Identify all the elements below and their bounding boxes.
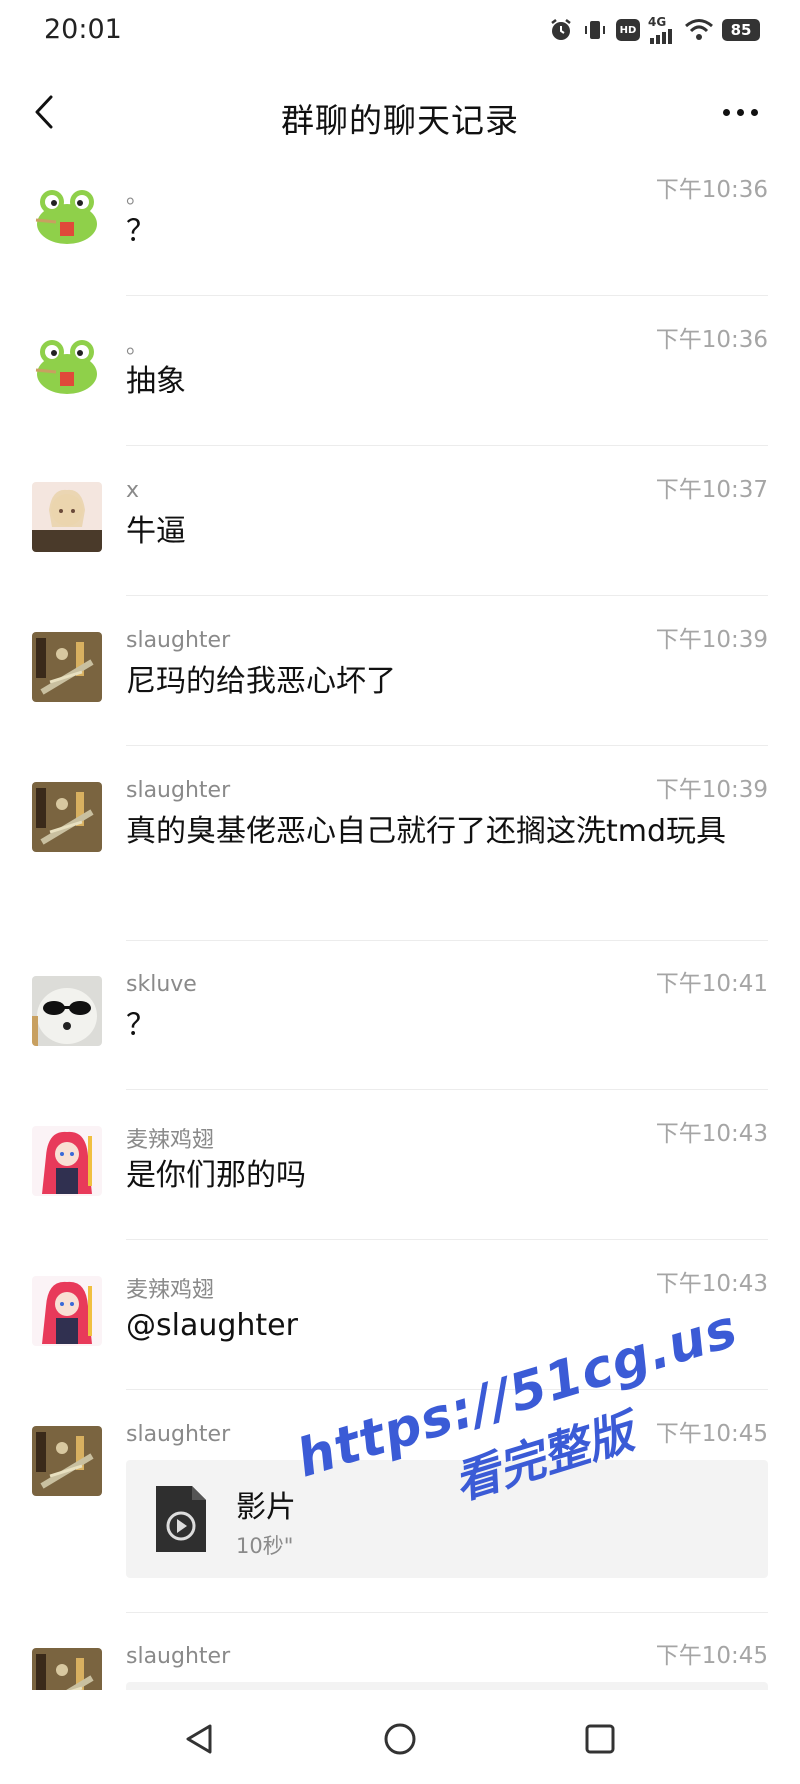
message-item[interactable]: slaughter 下午10:45 影片 10秒" (0, 1404, 800, 1626)
sender-name: slaughter (126, 1422, 231, 1447)
message-time: 下午10:39 (655, 777, 768, 803)
divider (126, 1239, 768, 1240)
message-list[interactable]: 。 下午10:36 ？ 。 下午10:36 抽象 x 下午10:37 牛逼 sl… (0, 160, 800, 1690)
status-icons: HD 4G 85 (548, 14, 760, 46)
avatar-desk-photo[interactable] (32, 1426, 102, 1496)
attachment-partial[interactable] (126, 1682, 768, 1690)
dot-icon (736, 108, 744, 116)
video-title: 影片 (236, 1490, 296, 1525)
dot-icon (722, 108, 730, 116)
message-time: 下午10:39 (655, 627, 768, 653)
sender-name: 。 (126, 334, 149, 359)
sender-name: 麦辣鸡翅 (126, 1278, 215, 1303)
message-time: 下午10:36 (655, 327, 768, 353)
message-item[interactable]: 麦辣鸡翅 下午10:43 @slaughter (0, 1254, 800, 1404)
message-item[interactable]: 麦辣鸡翅 下午10:43 是你们那的吗 (0, 1104, 800, 1254)
message-item[interactable]: slaughter 下午10:39 真的臭基佬恶心自己就行了还搁这洗tmd玩具 (0, 760, 800, 954)
message-item[interactable]: 。 下午10:36 ？ (0, 160, 800, 310)
triangle-back-icon (186, 1724, 212, 1754)
message-time: 下午10:43 (655, 1271, 768, 1297)
avatar-desk-photo[interactable] (32, 632, 102, 702)
message-time: 下午10:45 (655, 1643, 768, 1669)
sender-name: 麦辣鸡翅 (126, 1128, 215, 1153)
message-item[interactable]: x 下午10:37 牛逼 (0, 460, 800, 610)
avatar-desk-photo[interactable] (32, 782, 102, 852)
avatar-desk-photo[interactable] (32, 1648, 102, 1690)
message-text: ？ (126, 214, 156, 249)
alarm-icon (548, 17, 574, 43)
message-text: 真的臭基佬恶心自己就行了还搁这洗tmd玩具 (126, 814, 727, 849)
sender-name: slaughter (126, 1644, 231, 1669)
message-item[interactable]: 。 下午10:36 抽象 (0, 310, 800, 460)
sender-name: skluve (126, 972, 197, 997)
divider (126, 940, 768, 941)
avatar-red-hair-girl[interactable] (32, 1276, 102, 1346)
wifi-icon (684, 17, 714, 43)
avatar-frog[interactable] (32, 182, 102, 252)
message-text: 抽象 (126, 364, 186, 399)
divider (126, 1389, 768, 1390)
video-attachment[interactable]: 影片 10秒" (126, 1460, 768, 1578)
message-text: @slaughter (126, 1308, 298, 1343)
vibrate-icon (582, 17, 608, 43)
avatar-red-hair-girl[interactable] (32, 1126, 102, 1196)
network-type: 4G (648, 15, 667, 29)
divider (126, 745, 768, 746)
divider (126, 1089, 768, 1090)
message-text: ？ (126, 1008, 156, 1043)
message-item[interactable]: slaughter 下午10:45 (0, 1626, 800, 1690)
avatar-frog[interactable] (32, 332, 102, 402)
nav-home-button[interactable] (375, 1714, 425, 1764)
divider (126, 295, 768, 296)
message-text: 是你们那的吗 (126, 1158, 306, 1193)
battery-indicator: 85 (722, 19, 760, 41)
circle-home-icon (384, 1723, 416, 1755)
hd-badge: HD (616, 19, 640, 41)
page-title: 群聊的聊天记录 (281, 101, 519, 140)
divider (126, 445, 768, 446)
divider (126, 595, 768, 596)
video-duration: 10秒" (236, 1534, 294, 1558)
divider (126, 1612, 768, 1613)
avatar-dog[interactable] (32, 976, 102, 1046)
status-time: 20:01 (44, 14, 122, 45)
message-time: 下午10:41 (655, 971, 768, 997)
message-item[interactable]: skluve 下午10:41 ？ (0, 954, 800, 1104)
title-bar: 群聊的聊天记录 (0, 78, 800, 148)
message-item[interactable]: slaughter 下午10:39 尼玛的给我恶心坏了 (0, 610, 800, 760)
message-text: 牛逼 (126, 514, 186, 549)
avatar-anime-girl[interactable] (32, 482, 102, 552)
message-time: 下午10:43 (655, 1121, 768, 1147)
message-text: 尼玛的给我恶心坏了 (126, 664, 396, 699)
message-time: 下午10:37 (655, 477, 768, 503)
dot-icon (750, 108, 758, 116)
sender-name: slaughter (126, 628, 231, 653)
video-file-icon (154, 1484, 208, 1558)
sender-name: 。 (126, 184, 149, 209)
more-options-button[interactable] (710, 90, 770, 134)
sender-name: slaughter (126, 778, 231, 803)
nav-back-button[interactable] (174, 1714, 224, 1764)
nav-recents-button[interactable] (575, 1714, 625, 1764)
square-recents-icon (585, 1724, 615, 1754)
system-nav-bar (0, 1690, 800, 1784)
status-bar: 20:01 HD 4G 85 (0, 0, 800, 60)
message-time: 下午10:45 (655, 1421, 768, 1447)
sender-name: x (126, 478, 140, 503)
cellular-signal-icon: 4G (648, 16, 676, 44)
message-time: 下午10:36 (655, 177, 768, 203)
